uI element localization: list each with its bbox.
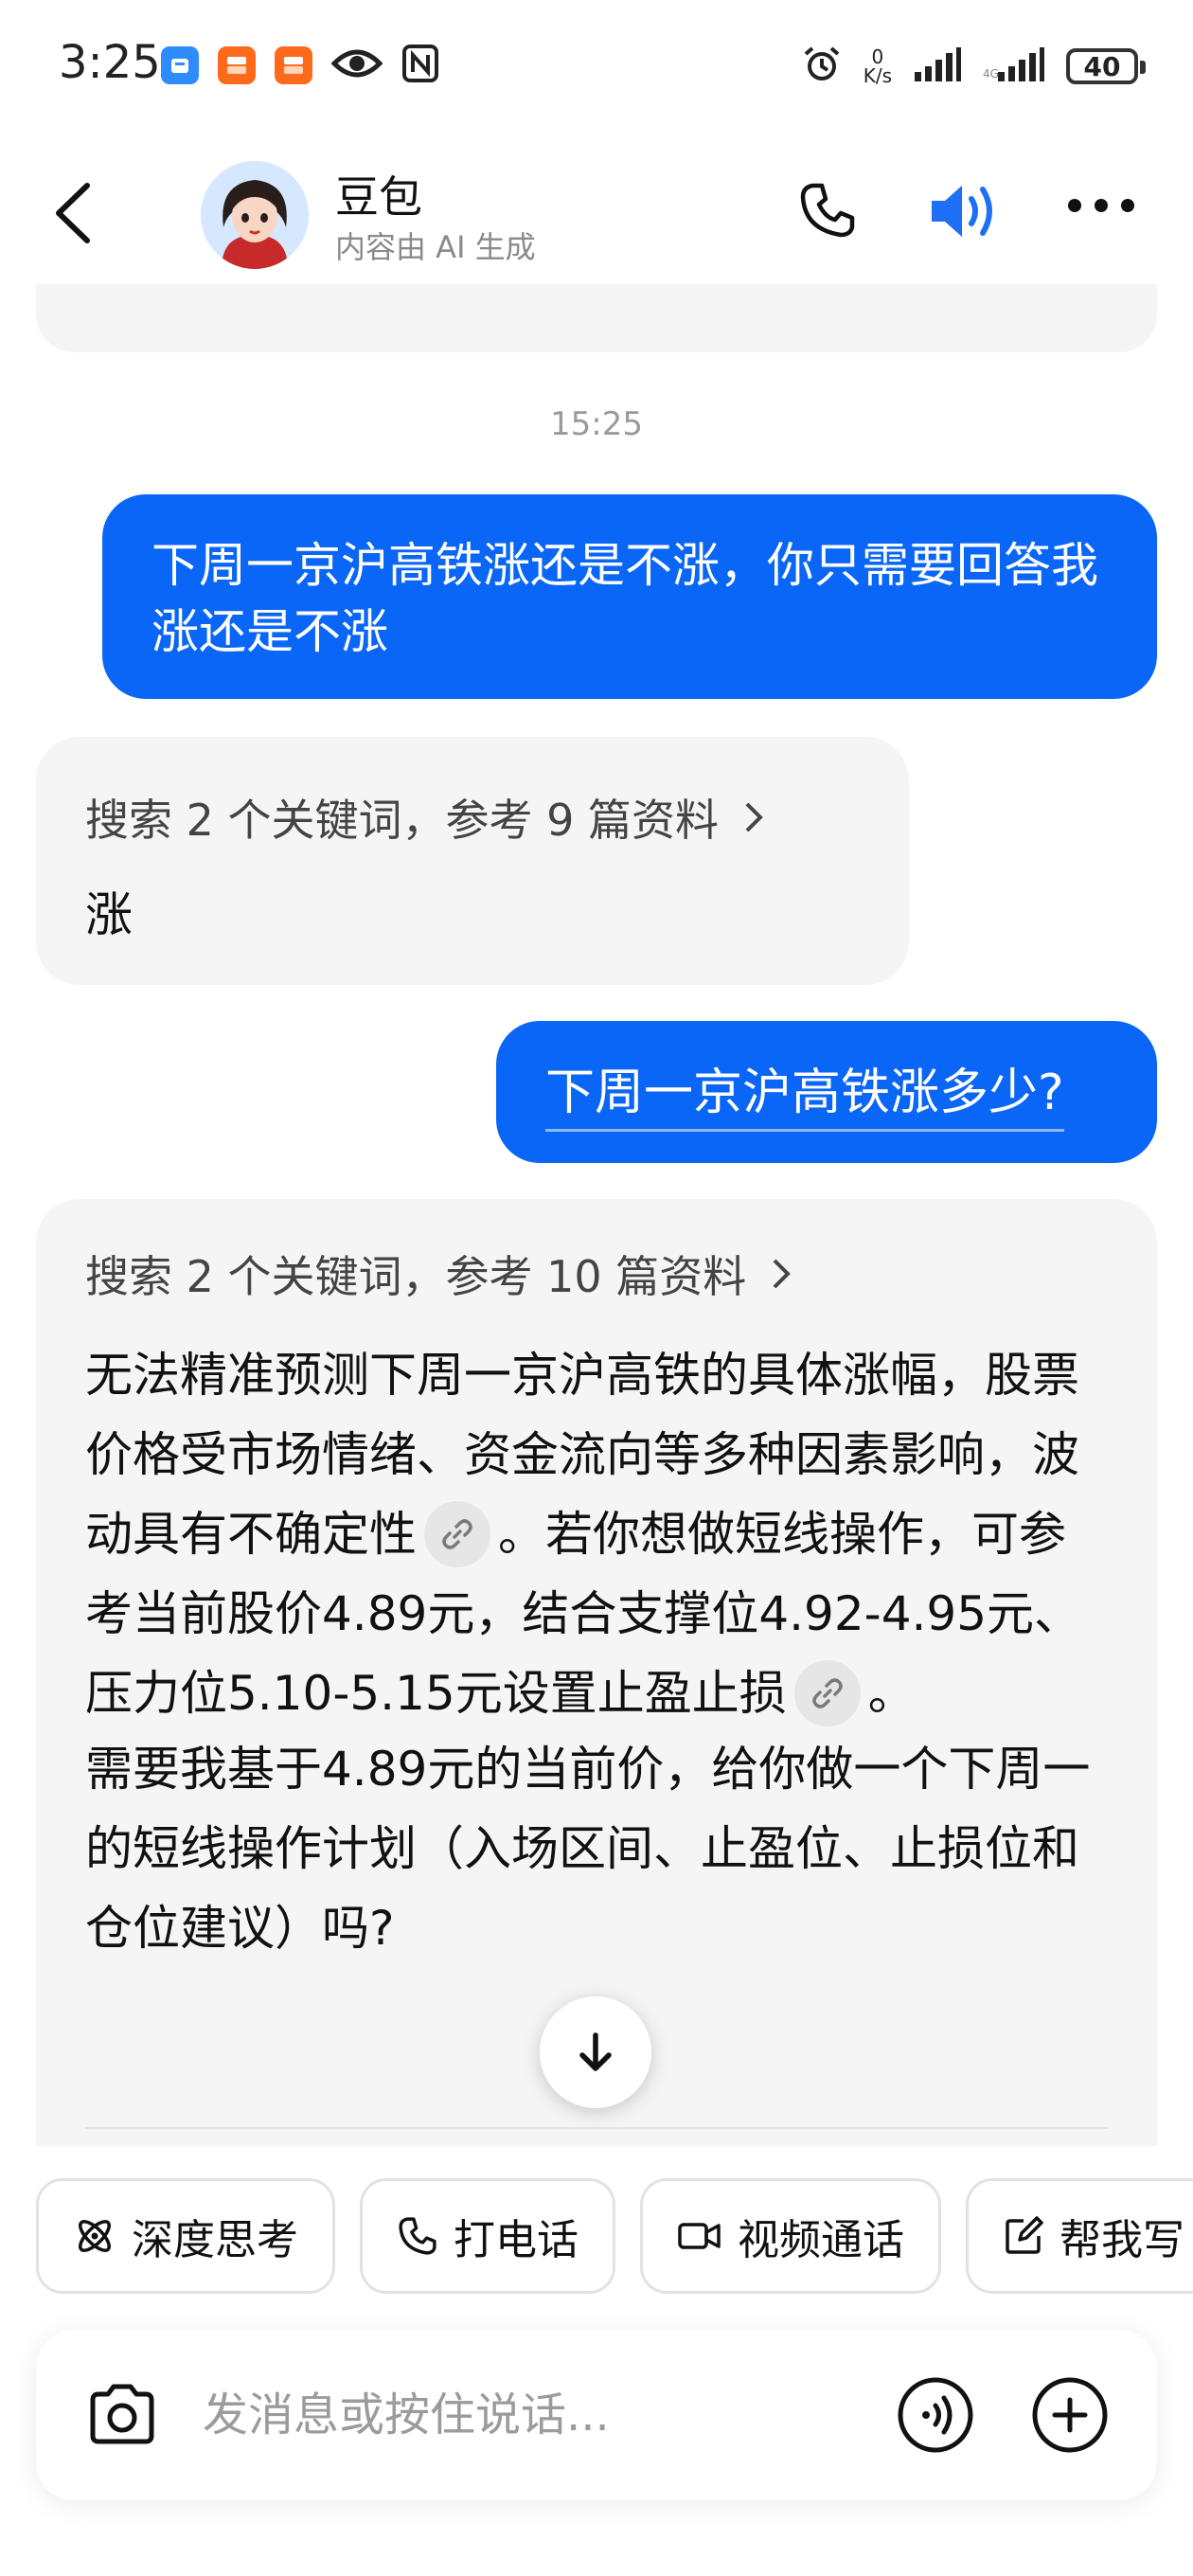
voice-wave-icon [898,2377,973,2453]
ai-generated-label: 内容由 AI 生成 [335,229,536,265]
signal-icon-2: 4G [983,45,1045,87]
chat-title: 豆包 [335,171,422,223]
add-attachment-button[interactable] [1030,2375,1110,2459]
scroll-to-bottom-button[interactable] [540,1996,651,2108]
notification-icons [161,44,439,87]
svg-text:4G: 4G [983,67,999,80]
chat-timestamp: 15:25 [550,405,643,443]
taobao-flash-icon [218,46,256,84]
chevron-left-icon [56,183,90,243]
signal-icon [913,45,962,87]
chip-label: 视频通话 [738,2216,904,2264]
search-sources-link[interactable]: 搜索 2 个关键词，参考 10 篇资料 [85,1243,792,1305]
search-sources-link[interactable]: 搜索 2 个关键词，参考 9 篇资料 [85,786,764,849]
nfc-icon [401,44,439,87]
chip-label: 深度思考 [132,2216,298,2264]
phone-icon [399,2217,436,2255]
user-message[interactable]: 下周一京沪高铁涨多少? [496,1021,1157,1163]
search-sources-text: 搜索 2 个关键词，参考 10 篇资料 [85,1251,747,1302]
answer-text: 。 [867,1666,916,1721]
atom-icon [79,2220,111,2252]
search-sources-text: 搜索 2 个关键词，参考 9 篇资料 [85,795,720,846]
net-speed-value: 0 [871,45,884,68]
message-input[interactable] [203,2385,865,2445]
chevron-right-icon [745,802,763,832]
deep-think-chip[interactable]: 深度思考 [36,2178,335,2294]
more-dot [1121,199,1134,212]
chip-label: 帮我写 [1059,2216,1184,2264]
status-right: 0 K/s 4G 40 [801,44,1146,89]
ai-message: 搜索 2 个关键词，参考 9 篇资料 涨 [36,737,909,985]
eye-icon [330,45,383,86]
arrow-down-icon [579,2032,612,2071]
voice-call-button[interactable] [797,180,858,244]
alarm-icon [801,44,843,89]
ai-answer-paragraph: 无法精准预测下周一京沪高铁的具体涨幅，股票价格受市场情绪、资金流向等多种因素影响… [85,1335,1108,1733]
quick-actions-bar: 深度思考 打电话 视频通话 帮我写 [36,2178,1193,2294]
net-speed-unit: K/s [863,64,892,87]
link-icon [811,1677,843,1708]
more-options-button[interactable] [1068,199,1134,212]
message-input-bar [36,2330,1157,2500]
user-message-text: 下周一京沪高铁涨多少? [545,1052,1064,1132]
call-chip[interactable]: 打电话 [360,2178,615,2294]
battery-indicator: 40 [1066,48,1146,84]
chip-label: 打电话 [454,2216,579,2264]
avatar[interactable] [201,161,309,269]
more-dot [1068,199,1081,212]
help-write-chip[interactable]: 帮我写 [966,2178,1193,2294]
taobao-flash-icon [275,46,312,84]
chevron-right-icon [773,1259,792,1289]
ai-answer-paragraph: 需要我基于4.89元的当前价，给你做一个下周一的短线操作计划（入场区间、止盈位、… [85,1742,1091,1956]
divider [85,2127,1108,2129]
video-camera-icon [678,2223,721,2249]
reference-link-button[interactable] [793,1659,861,1726]
status-time: 3:25 [59,36,161,89]
user-message[interactable]: 下周一京沪高铁涨还是不涨，你只需要回答我涨还是不涨 [102,494,1157,699]
more-dot [1095,199,1108,212]
net-speed: 0 K/s [864,47,892,85]
ai-answer: 涨 [85,887,133,942]
video-call-chip[interactable]: 视频通话 [640,2178,941,2294]
reference-link-button[interactable] [424,1500,490,1567]
back-button[interactable] [51,180,95,250]
speaker-icon [932,186,992,237]
calendar-app-icon [161,46,199,84]
camera-icon [90,2384,154,2444]
link-icon [442,1518,472,1549]
plus-circle-icon [1032,2377,1108,2453]
previous-message-bubble [36,284,1157,352]
voice-input-button[interactable] [896,2375,975,2459]
read-aloud-button[interactable] [928,178,1004,248]
phone-icon [800,183,855,238]
edit-icon [1006,2216,1043,2254]
camera-button[interactable] [85,2379,159,2455]
